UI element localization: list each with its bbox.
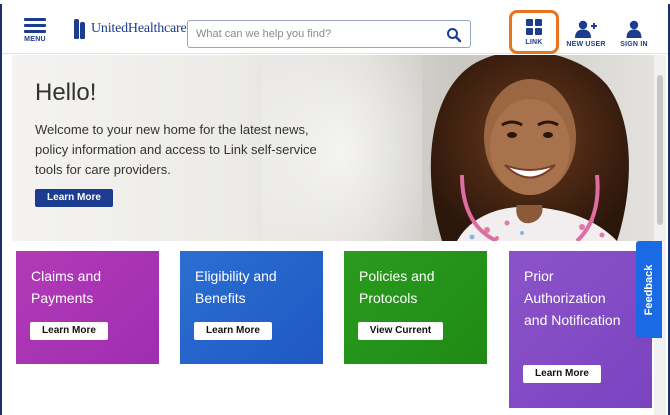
person-icon <box>626 20 642 38</box>
claims-learn-more-button[interactable]: Learn More <box>30 322 108 340</box>
claims-and-payments-card[interactable]: Claims and Payments Learn More <box>16 251 159 364</box>
feedback-label: Feedback <box>643 264 655 315</box>
view-current-button[interactable]: View Current <box>358 322 443 340</box>
add-user-icon <box>575 20 597 38</box>
search-box <box>187 20 471 48</box>
doctor-photo <box>430 55 629 241</box>
prior-authorization-card[interactable]: Prior Authorization and Notification Lea… <box>509 251 652 408</box>
logo-mark-icon <box>74 18 86 40</box>
scrollbar-thumb[interactable] <box>657 75 663 225</box>
hero-learn-more-button[interactable]: Learn More <box>35 189 113 207</box>
menu-button[interactable]: MENU <box>18 14 52 50</box>
sign-in-button[interactable]: SIGN IN <box>614 12 654 54</box>
hamburger-icon <box>18 14 52 33</box>
link-button[interactable]: LINK <box>509 10 559 54</box>
sign-in-label: SIGN IN <box>620 41 648 48</box>
eligibility-learn-more-button[interactable]: Learn More <box>194 322 272 340</box>
hero-heading: Hello! <box>35 79 97 106</box>
unitedhealthcare-logo[interactable]: UnitedHealthcare <box>74 16 187 42</box>
logo-text: UnitedHealthcare <box>91 21 187 36</box>
policies-and-protocols-card[interactable]: Policies and Protocols View Current <box>344 251 487 364</box>
search-icon[interactable] <box>446 27 462 43</box>
card-title: Prior Authorization and Notification <box>524 268 621 328</box>
hero-banner: Hello! Welcome to your new home for the … <box>12 55 654 241</box>
prior-auth-learn-more-button[interactable]: Learn More <box>523 365 601 383</box>
card-title: Policies and Protocols <box>359 268 435 306</box>
link-label: LINK <box>525 39 543 46</box>
card-title: Claims and Payments <box>31 268 102 306</box>
grid-icon <box>526 19 542 35</box>
site-header: MENU UnitedHealthcare LINK NEW USER <box>2 4 668 54</box>
eligibility-and-benefits-card[interactable]: Eligibility and Benefits Learn More <box>180 251 323 364</box>
new-user-label: NEW USER <box>566 41 606 48</box>
card-title: Eligibility and Benefits <box>195 268 277 306</box>
hero-welcome-text: Welcome to your new home for the latest … <box>35 122 317 177</box>
new-user-button[interactable]: NEW USER <box>565 12 607 54</box>
scrollbar[interactable] <box>654 55 666 415</box>
feedback-tab[interactable]: Feedback <box>636 241 662 338</box>
search-input[interactable] <box>196 25 436 43</box>
menu-label: MENU <box>24 36 46 43</box>
